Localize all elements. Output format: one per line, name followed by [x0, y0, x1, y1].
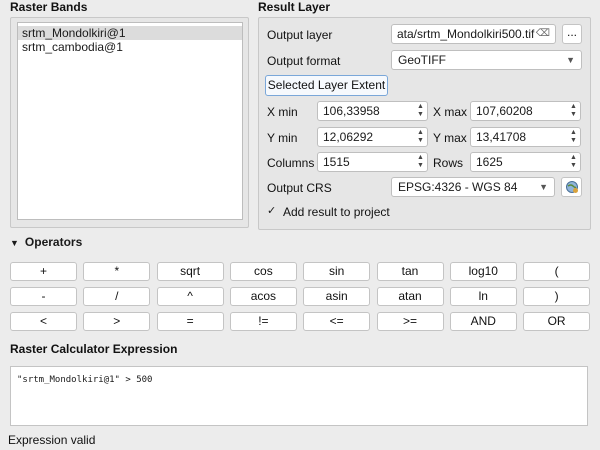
operator-button[interactable]: cos — [229, 262, 297, 281]
output-layer-value: ata/srtm_Mondolkiri500.tif — [397, 27, 535, 41]
operator-button[interactable]: <= — [303, 312, 371, 331]
add-result-label: Add result to project — [283, 205, 390, 219]
xmax-value: 107,60208 — [476, 104, 533, 118]
output-format-value: GeoTIFF — [398, 53, 447, 67]
expression-editor[interactable]: "srtm_Mondolkiri@1" > 500 — [10, 366, 588, 426]
clear-icon[interactable]: ⌫ — [536, 25, 550, 43]
chevron-down-icon: ▼ — [566, 55, 575, 65]
ymin-value: 12,06292 — [323, 130, 374, 144]
operator-button[interactable]: = — [156, 312, 224, 331]
operator-button[interactable]: != — [229, 312, 297, 331]
operator-button[interactable]: ln — [449, 287, 517, 306]
band-item-mondolkiri[interactable]: srtm_Mondolkiri@1 — [18, 26, 242, 40]
spinner-icon[interactable]: ▲ ▼ — [569, 154, 578, 170]
operator-button[interactable]: > — [83, 312, 151, 331]
output-layer-label: Output layer — [267, 28, 333, 42]
operator-button[interactable]: log10 — [449, 262, 517, 281]
output-crs-label: Output CRS — [267, 181, 332, 195]
operator-button[interactable]: OR — [523, 312, 591, 331]
operator-button[interactable]: + — [10, 262, 77, 281]
operator-button[interactable]: AND — [449, 312, 517, 331]
operators-title: Operators — [24, 235, 83, 249]
spinner-icon[interactable]: ▲ ▼ — [416, 103, 425, 119]
operator-button[interactable]: * — [83, 262, 151, 281]
operator-button[interactable]: asin — [303, 287, 371, 306]
operators-header[interactable]: ▼ Operators — [10, 235, 82, 249]
raster-bands-title: Raster Bands — [10, 0, 88, 14]
crs-select-button[interactable] — [561, 177, 582, 197]
columns-value: 1515 — [323, 155, 350, 169]
chevron-down-icon: ▼ — [539, 182, 548, 192]
globe-icon — [565, 181, 578, 193]
xmin-input[interactable]: 106,33958 ▲ ▼ — [317, 101, 428, 121]
add-result-checkbox[interactable]: ✓ — [267, 206, 278, 217]
operator-button[interactable]: / — [83, 287, 151, 306]
spinner-icon[interactable]: ▲ ▼ — [569, 129, 578, 145]
selected-layer-extent-button[interactable]: Selected Layer Extent — [265, 75, 388, 96]
output-crs-value: EPSG:4326 - WGS 84 — [398, 180, 518, 194]
spinner-icon[interactable]: ▲ ▼ — [569, 103, 578, 119]
xmax-label: X max — [433, 105, 468, 119]
operator-button[interactable]: >= — [376, 312, 444, 331]
ymax-value: 13,41708 — [476, 130, 527, 144]
spinner-icon[interactable]: ▲ ▼ — [416, 154, 425, 170]
operator-button[interactable]: ) — [523, 287, 591, 306]
operator-button[interactable]: atan — [376, 287, 444, 306]
operator-button[interactable]: - — [10, 287, 77, 306]
band-item-cambodia[interactable]: srtm_cambodia@1 — [18, 40, 242, 54]
operator-button[interactable]: sin — [303, 262, 371, 281]
output-crs-select[interactable]: EPSG:4326 - WGS 84 ▼ — [391, 177, 555, 197]
ymin-input[interactable]: 12,06292 ▲ ▼ — [317, 127, 428, 147]
ymax-label: Y max — [433, 131, 467, 145]
triangle-down-icon: ▼ — [10, 238, 19, 248]
result-layer-title: Result Layer — [258, 0, 331, 14]
xmin-label: X min — [267, 105, 298, 119]
operator-button[interactable]: < — [10, 312, 77, 331]
output-format-label: Output format — [267, 54, 341, 68]
rows-input[interactable]: 1625 ▲ ▼ — [470, 152, 581, 172]
operator-button[interactable]: tan — [376, 262, 444, 281]
columns-input[interactable]: 1515 ▲ ▼ — [317, 152, 428, 172]
ymax-input[interactable]: 13,41708 ▲ ▼ — [470, 127, 581, 147]
output-format-select[interactable]: GeoTIFF ▼ — [391, 50, 582, 70]
operator-button[interactable]: ^ — [156, 287, 224, 306]
operator-button[interactable]: acos — [229, 287, 297, 306]
expression-text: "srtm_Mondolkiri@1" > 500 — [17, 375, 153, 385]
expression-title: Raster Calculator Expression — [10, 342, 178, 356]
status-text: Expression valid — [8, 433, 96, 447]
raster-bands-list[interactable]: srtm_Mondolkiri@1 srtm_cambodia@1 — [17, 22, 243, 220]
rows-label: Rows — [433, 156, 464, 170]
columns-label: Columns — [267, 156, 315, 170]
operator-button[interactable]: sqrt — [156, 262, 224, 281]
rows-value: 1625 — [476, 155, 503, 169]
output-layer-input[interactable]: ata/srtm_Mondolkiri500.tif ⌫ — [391, 24, 556, 44]
ymin-label: Y min — [267, 131, 298, 145]
xmax-input[interactable]: 107,60208 ▲ ▼ — [470, 101, 581, 121]
result-layer-panel — [258, 17, 591, 230]
browse-button[interactable]: ... — [562, 24, 582, 44]
operator-button[interactable]: ( — [523, 262, 591, 281]
xmin-value: 106,33958 — [323, 104, 380, 118]
spinner-icon[interactable]: ▲ ▼ — [416, 129, 425, 145]
